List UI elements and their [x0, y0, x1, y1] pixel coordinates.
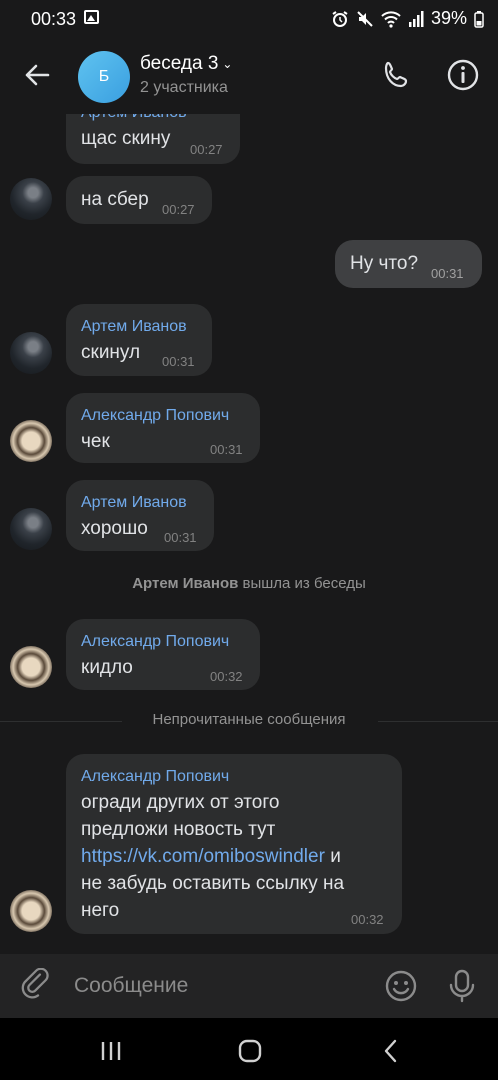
message-line: него: [81, 900, 120, 921]
system-message: Артем Иванов вышла из беседы: [0, 575, 498, 592]
message-time: 00:31: [431, 266, 464, 281]
battery-level: 39%: [430, 8, 467, 28]
paperclip-icon[interactable]: [20, 968, 54, 1002]
chat-avatar[interactable]: Б: [78, 51, 130, 103]
message-composer: [0, 954, 498, 1018]
message-line: предложи новость тут: [81, 819, 276, 840]
status-time: 00:33: [31, 9, 77, 29]
message-bubble[interactable]: Александр Попович кидло 00:32: [66, 619, 260, 690]
mute-icon: [357, 10, 373, 27]
message-time: 00:32: [351, 912, 384, 927]
message-input[interactable]: [74, 970, 364, 1002]
battery-icon: [474, 10, 484, 28]
status-bar: 00:33 39%: [0, 0, 498, 38]
message-bubble[interactable]: Артем Иванов скинул 00:31: [66, 304, 212, 376]
message-text: Ну что?: [350, 253, 419, 274]
message-bubble[interactable]: Артем Иванов хорошо 00:31: [66, 480, 214, 551]
message-bubble[interactable]: на сбер 00:27: [66, 176, 212, 224]
message-line: огради других от этого: [81, 792, 280, 813]
message-bubble[interactable]: Артем Иванов щас скину 00:27: [66, 114, 240, 164]
message-time: 00:31: [164, 530, 197, 545]
back-icon[interactable]: [376, 1036, 406, 1066]
message-time: 00:31: [210, 442, 243, 457]
message-line-tail: и: [324, 846, 341, 867]
avatar[interactable]: [10, 420, 52, 462]
status-icons: 39%: [331, 8, 484, 29]
message-text: щас скину: [81, 128, 171, 149]
avatar[interactable]: [10, 332, 52, 374]
participants-count: 2 участника: [140, 79, 228, 96]
alarm-icon: [332, 10, 348, 27]
recent-apps-icon[interactable]: [96, 1036, 126, 1066]
avatar[interactable]: [10, 646, 52, 688]
message-time: 00:32: [210, 669, 243, 684]
microphone-icon[interactable]: [446, 968, 478, 1004]
message-author[interactable]: Александр Попович: [81, 768, 229, 786]
message-time: 00:31: [162, 354, 195, 369]
home-icon[interactable]: [235, 1036, 265, 1066]
avatar[interactable]: [10, 508, 52, 550]
message-text: огради других от этого предложи новость …: [81, 789, 393, 924]
message-text: скинул: [81, 342, 141, 363]
message-text: кидло: [81, 657, 133, 678]
message-bubble[interactable]: Александр Попович огради других от этого…: [66, 754, 402, 934]
message-author[interactable]: Артем Иванов: [81, 318, 187, 336]
message-text: на сбер: [81, 189, 149, 210]
message-text: чек: [81, 431, 110, 452]
info-icon[interactable]: [446, 58, 480, 92]
chat-title-text: беседа 3: [140, 53, 219, 74]
signal-icon: [408, 10, 424, 27]
phone-icon[interactable]: [380, 58, 414, 92]
chevron-down-icon: ⌄: [222, 56, 233, 71]
system-navigation-bar: [0, 1018, 498, 1080]
message-list[interactable]: Артем Иванов щас скину 00:27 на сбер 00:…: [0, 114, 498, 954]
unread-divider: Непрочитанные сообщения: [0, 711, 498, 731]
message-text: хорошо: [81, 518, 148, 539]
system-message-action: вышла из беседы: [238, 575, 366, 592]
message-link[interactable]: https://vk.com/omiboswindler: [81, 846, 325, 867]
message-author[interactable]: Александр Попович: [81, 407, 229, 425]
message-line: не забудь оставить ссылку на: [81, 873, 345, 894]
emoji-icon[interactable]: [384, 969, 418, 1003]
message-bubble-outgoing[interactable]: Ну что? 00:31: [335, 240, 482, 288]
message-author[interactable]: Александр Попович: [81, 633, 229, 651]
system-message-author[interactable]: Артем Иванов: [132, 575, 238, 592]
back-arrow-icon[interactable]: [20, 58, 54, 92]
avatar[interactable]: [10, 890, 52, 932]
message-line: https://vk.com/omiboswindler и: [81, 843, 393, 870]
wifi-icon: [381, 10, 401, 28]
message-time: 00:27: [190, 142, 223, 157]
message-bubble[interactable]: Александр Попович чек 00:31: [66, 393, 260, 463]
chat-header: Б беседа 3 ⌄ 2 участника: [0, 38, 498, 114]
message-time: 00:27: [162, 202, 195, 217]
avatar[interactable]: [10, 178, 52, 220]
gallery-icon: [84, 10, 99, 24]
chat-title[interactable]: беседа 3 ⌄: [140, 53, 232, 75]
message-author[interactable]: Артем Иванов: [81, 114, 187, 122]
message-author[interactable]: Артем Иванов: [81, 494, 187, 512]
unread-divider-label: Непрочитанные сообщения: [152, 711, 346, 728]
